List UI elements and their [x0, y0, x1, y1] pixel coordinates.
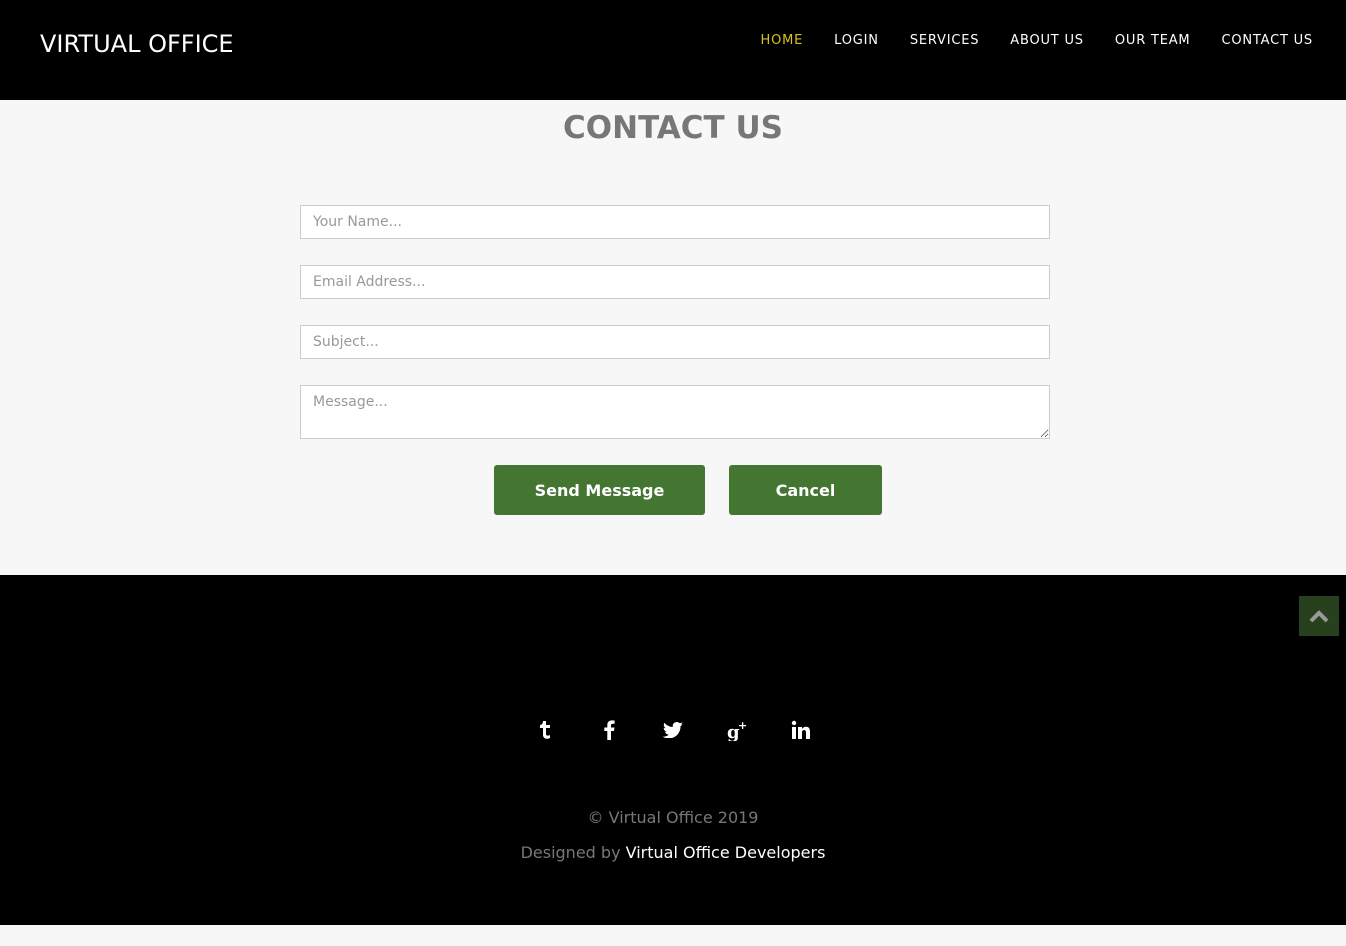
- nav-about-us[interactable]: ABOUT US: [1010, 33, 1084, 48]
- designer-link[interactable]: Virtual Office Developers: [626, 843, 826, 862]
- nav-login[interactable]: LOGIN: [834, 33, 879, 48]
- google-plus-icon[interactable]: g +: [705, 715, 769, 745]
- contact-section: CONTACT US Send Message Cancel: [0, 100, 1346, 575]
- nav-our-team[interactable]: OUR TEAM: [1115, 33, 1191, 48]
- site-header: VIRTUAL OFFICE HOME LOGIN SERVICES ABOUT…: [0, 0, 1346, 100]
- svg-text:+: +: [738, 719, 747, 732]
- designed-by-prefix: Designed by: [520, 843, 621, 862]
- nav-services[interactable]: SERVICES: [910, 33, 979, 48]
- subject-input[interactable]: [300, 325, 1050, 359]
- main-nav: HOME LOGIN SERVICES ABOUT US OUR TEAM CO…: [730, 33, 1313, 48]
- twitter-icon[interactable]: [641, 715, 705, 745]
- chevron-up-icon: [1309, 610, 1329, 623]
- scroll-to-top-button[interactable]: [1299, 596, 1339, 636]
- email-input[interactable]: [300, 265, 1050, 299]
- nav-home[interactable]: HOME: [761, 33, 804, 48]
- site-footer: g + © Virtual Office 2019 Designed by Vi…: [0, 575, 1346, 925]
- name-input[interactable]: [300, 205, 1050, 239]
- copyright-text: © Virtual Office 2019: [587, 808, 759, 827]
- nav-contact-us[interactable]: CONTACT US: [1221, 33, 1313, 48]
- tumblr-icon[interactable]: [513, 715, 577, 745]
- message-textarea[interactable]: [300, 385, 1050, 439]
- send-message-button[interactable]: Send Message: [494, 465, 705, 515]
- cancel-button[interactable]: Cancel: [729, 465, 882, 515]
- site-logo[interactable]: VIRTUAL OFFICE: [40, 30, 234, 58]
- designed-by-text: Designed by Virtual Office Developers: [0, 843, 1346, 862]
- page-title: CONTACT US: [563, 110, 783, 146]
- facebook-icon[interactable]: [577, 715, 641, 745]
- linkedin-icon[interactable]: [769, 715, 833, 745]
- social-links: g +: [0, 715, 1346, 745]
